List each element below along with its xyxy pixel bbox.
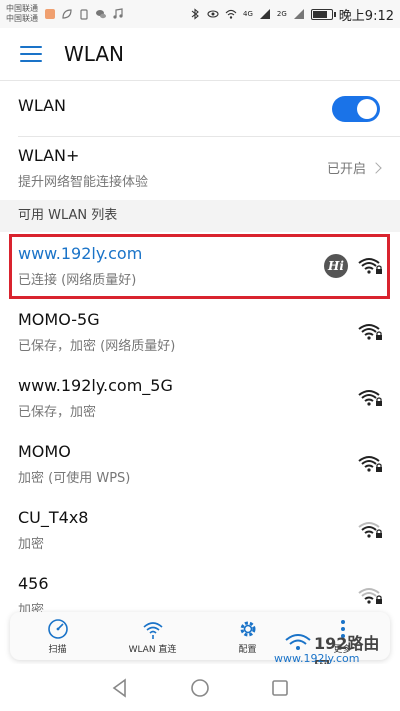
wifi-lock-icon xyxy=(358,390,382,406)
wlan-direct-button[interactable]: WLAN 直连 xyxy=(105,612,200,660)
network-name: MOMO-5G xyxy=(18,310,100,329)
wlan-direct-icon xyxy=(142,621,163,639)
clock: 晚上9:12 xyxy=(338,8,394,24)
wechat-icon xyxy=(96,10,106,19)
status-bar: 中国联通 中国联通 4G 2G 晚上9:12 xyxy=(0,0,400,28)
page-title: WLAN xyxy=(64,42,125,66)
battery-saver-icon xyxy=(80,9,88,20)
recents-icon[interactable] xyxy=(268,676,292,700)
network-item[interactable]: MOMO 加密 (可使用 WPS) xyxy=(0,432,400,498)
wifi-lock-icon xyxy=(358,522,382,538)
leaf-icon xyxy=(62,9,72,19)
signal-4g-label: 4G xyxy=(243,10,253,18)
scan-icon xyxy=(47,618,68,639)
navigation-bar xyxy=(0,664,400,711)
network-name: CU_T4x8 xyxy=(18,508,89,527)
signal-bars-icon-2 xyxy=(293,9,304,19)
home-icon[interactable] xyxy=(188,676,212,700)
app-bar: WLAN xyxy=(0,28,400,80)
wlan-toggle-row[interactable]: WLAN xyxy=(0,80,400,136)
scan-button[interactable]: 扫描 xyxy=(10,612,105,660)
music-icon xyxy=(113,8,123,19)
config-label: 配置 xyxy=(238,644,257,655)
network-name: MOMO xyxy=(18,442,71,461)
wifi-status-icon xyxy=(225,9,237,19)
network-item[interactable]: MOMO-5G 已保存，加密 (网络质量好) xyxy=(0,300,400,366)
network-name: www.192ly.com_5G xyxy=(18,376,173,395)
carrier-2: 中国联通 xyxy=(6,14,38,23)
gear-icon xyxy=(240,621,255,636)
network-status: 加密 (可使用 WPS) xyxy=(18,471,131,486)
carrier-1: 中国联通 xyxy=(6,4,38,13)
network-name: 456 xyxy=(18,574,49,593)
network-status: 已保存，加密 xyxy=(18,405,97,420)
bluetooth-icon xyxy=(191,8,199,20)
signal-bars-icon-1 xyxy=(259,9,270,19)
wifi-lock-icon xyxy=(358,456,382,472)
back-icon[interactable] xyxy=(108,676,132,700)
chevron-right-icon xyxy=(370,161,382,174)
wlan-plus-status-text: 已开启 xyxy=(326,162,366,177)
connected-network-highlight xyxy=(9,234,390,299)
battery-icon xyxy=(310,8,336,20)
network-item[interactable]: www.192ly.com_5G 已保存，加密 xyxy=(0,366,400,432)
wifi-lock-icon xyxy=(358,588,382,604)
wlan-label: WLAN xyxy=(18,96,67,115)
wlan-plus-row[interactable]: WLAN+ 提升网络智能连接体验 已开启 xyxy=(0,136,400,200)
network-status: 加密 xyxy=(18,537,45,552)
notification-icons xyxy=(44,8,124,20)
status-right: 4G 2G 晚上9:12 xyxy=(189,5,394,24)
wifi-lock-icon xyxy=(358,324,382,340)
wlan-direct-label: WLAN 直连 xyxy=(128,644,177,655)
signal-2g-label: 2G xyxy=(276,10,287,18)
scan-label: 扫描 xyxy=(48,644,67,655)
network-item[interactable]: CU_T4x8 加密 xyxy=(0,498,400,564)
watermark-wifi-icon xyxy=(285,634,311,650)
available-networks-header: 可用 WLAN 列表 xyxy=(0,200,400,232)
menu-icon[interactable] xyxy=(20,46,42,62)
network-status: 已保存，加密 (网络质量好) xyxy=(18,339,176,354)
eye-icon xyxy=(207,10,219,18)
wlan-switch[interactable] xyxy=(332,96,380,122)
carrier-labels: 中国联通 中国联通 xyxy=(6,4,38,24)
app-notification-icon xyxy=(45,9,55,19)
wlan-plus-status: 已开启 xyxy=(326,158,382,177)
